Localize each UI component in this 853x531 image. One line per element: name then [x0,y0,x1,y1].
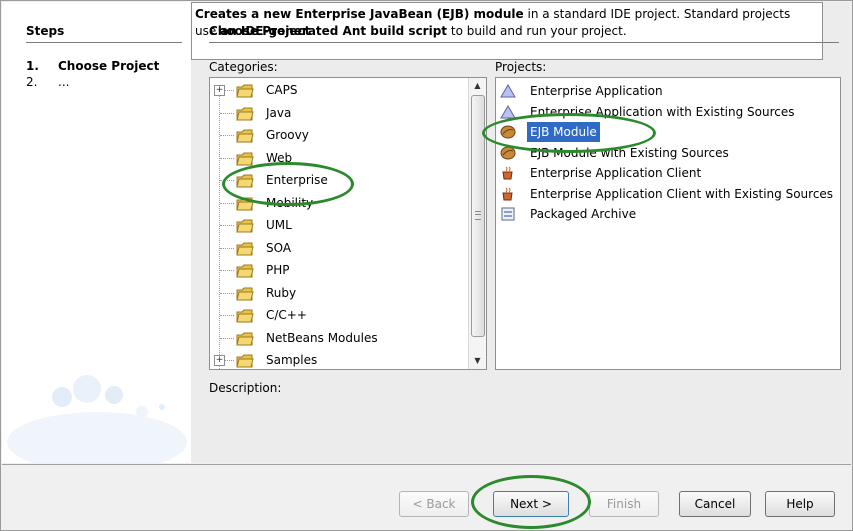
folder-icon [236,83,254,98]
next-button[interactable]: Next > [493,491,569,517]
scroll-up-icon[interactable]: ▲ [469,78,486,94]
tree-branch-line [220,112,234,114]
expand-icon[interactable]: + [214,85,225,96]
tree-guide-line [219,86,220,369]
project-label: Enterprise Application Client [530,166,702,180]
category-label: Samples [266,353,318,367]
tree-branch-line [220,157,234,159]
new-project-wizard: Steps 1. Choose Project 2.... Choose Proj… [0,0,853,531]
choose-project-panel: Choose Project Categories: Projects: + CA… [191,2,851,463]
folder-icon [236,196,254,210]
tree-branch-line [220,247,234,249]
description-text-2: to build and run your project. [447,24,627,38]
finish-button[interactable]: Finish [589,491,659,517]
category-label: Groovy [266,128,309,142]
step-number: 1. [26,59,39,73]
projects-list[interactable]: Enterprise Application Enterprise Applica… [495,77,841,370]
back-button[interactable]: < Back [399,491,469,517]
description-text: Creates a new Enterprise JavaBean (EJB) … [195,6,815,40]
categories-label: Categories: [209,60,278,74]
category-label: Web [266,150,293,165]
expand-icon[interactable]: + [214,355,225,366]
category-label: SOA [266,240,292,255]
folder-icon [236,331,254,345]
tree-branch-line [220,202,234,204]
description-box: Creates a new Enterprise JavaBean (EJB) … [191,2,823,60]
project-label: Enterprise Application with Existing Sou… [530,104,795,119]
tree-branch-line [220,270,234,271]
bean-icon [500,146,516,160]
tree-branch-line [220,135,234,136]
project-label: Enterprise Application [530,84,663,98]
project-label: EJB Module [527,122,600,142]
folder-icon [236,308,254,323]
category-label: Ruby [266,285,297,300]
folder-icon [236,353,254,368]
category-label: PHP [266,263,290,277]
tree-branch-line [220,315,234,316]
folder-icon [236,218,254,233]
step-number: 2. [26,75,38,89]
coffee-cup-icon [500,166,516,180]
description-bold-1: Creates a new Enterprise JavaBean (EJB) … [195,7,524,21]
scroll-down-icon[interactable]: ▼ [469,353,486,369]
step-label: Choose Project [58,59,160,73]
bean-icon [500,125,516,139]
folder-icon [236,151,254,165]
step-item: 1. Choose Project [26,59,159,73]
steps-panel: Steps 1. Choose Project 2.... [2,2,191,463]
tree-branch-line [220,225,234,226]
category-label: NetBeans Modules [266,330,378,345]
category-label: Java [266,105,292,120]
categories-tree[interactable]: + CAPS Java Groovy Web Enterprise Mobility UML S… [209,77,487,370]
step-item: 2.... [26,75,69,89]
projects-label: Projects: [495,60,547,74]
categories-scrollbar[interactable]: ▲ ▼ [468,78,486,369]
folder-icon [236,263,254,278]
folder-icon [236,106,254,120]
project-label: EJB Module with Existing Sources [530,145,729,160]
tree-branch-line [220,337,234,339]
scrollbar-thumb[interactable] [471,95,485,337]
coffee-cup-icon [500,187,516,201]
step-label: ... [58,75,70,89]
category-label: CAPS [266,83,298,97]
project-label: Enterprise Application Client with Exist… [530,186,834,201]
folder-icon [236,241,254,255]
steps-heading: Steps [26,24,182,43]
archive-icon [500,207,516,221]
folder-icon [236,286,254,300]
category-label: UML [266,218,292,232]
folder-icon [236,128,254,143]
tree-branch-line [220,180,234,181]
button-bar-divider [2,464,851,465]
folder-icon [236,173,254,188]
category-label: Mobility [266,195,314,210]
cancel-button[interactable]: Cancel [679,491,751,517]
description-bold-2: an IDE-generated Ant build script [220,24,448,38]
triangle-icon [500,84,516,98]
tree-branch-line [220,292,234,294]
description-label: Description: [209,381,282,395]
category-label: C/C++ [266,308,307,322]
triangle-icon [500,104,516,119]
category-label: Enterprise [266,173,328,187]
decorative-bubbles [7,375,187,463]
grip-icon [475,211,481,220]
help-button[interactable]: Help [765,491,835,517]
project-label: Packaged Archive [530,207,637,221]
